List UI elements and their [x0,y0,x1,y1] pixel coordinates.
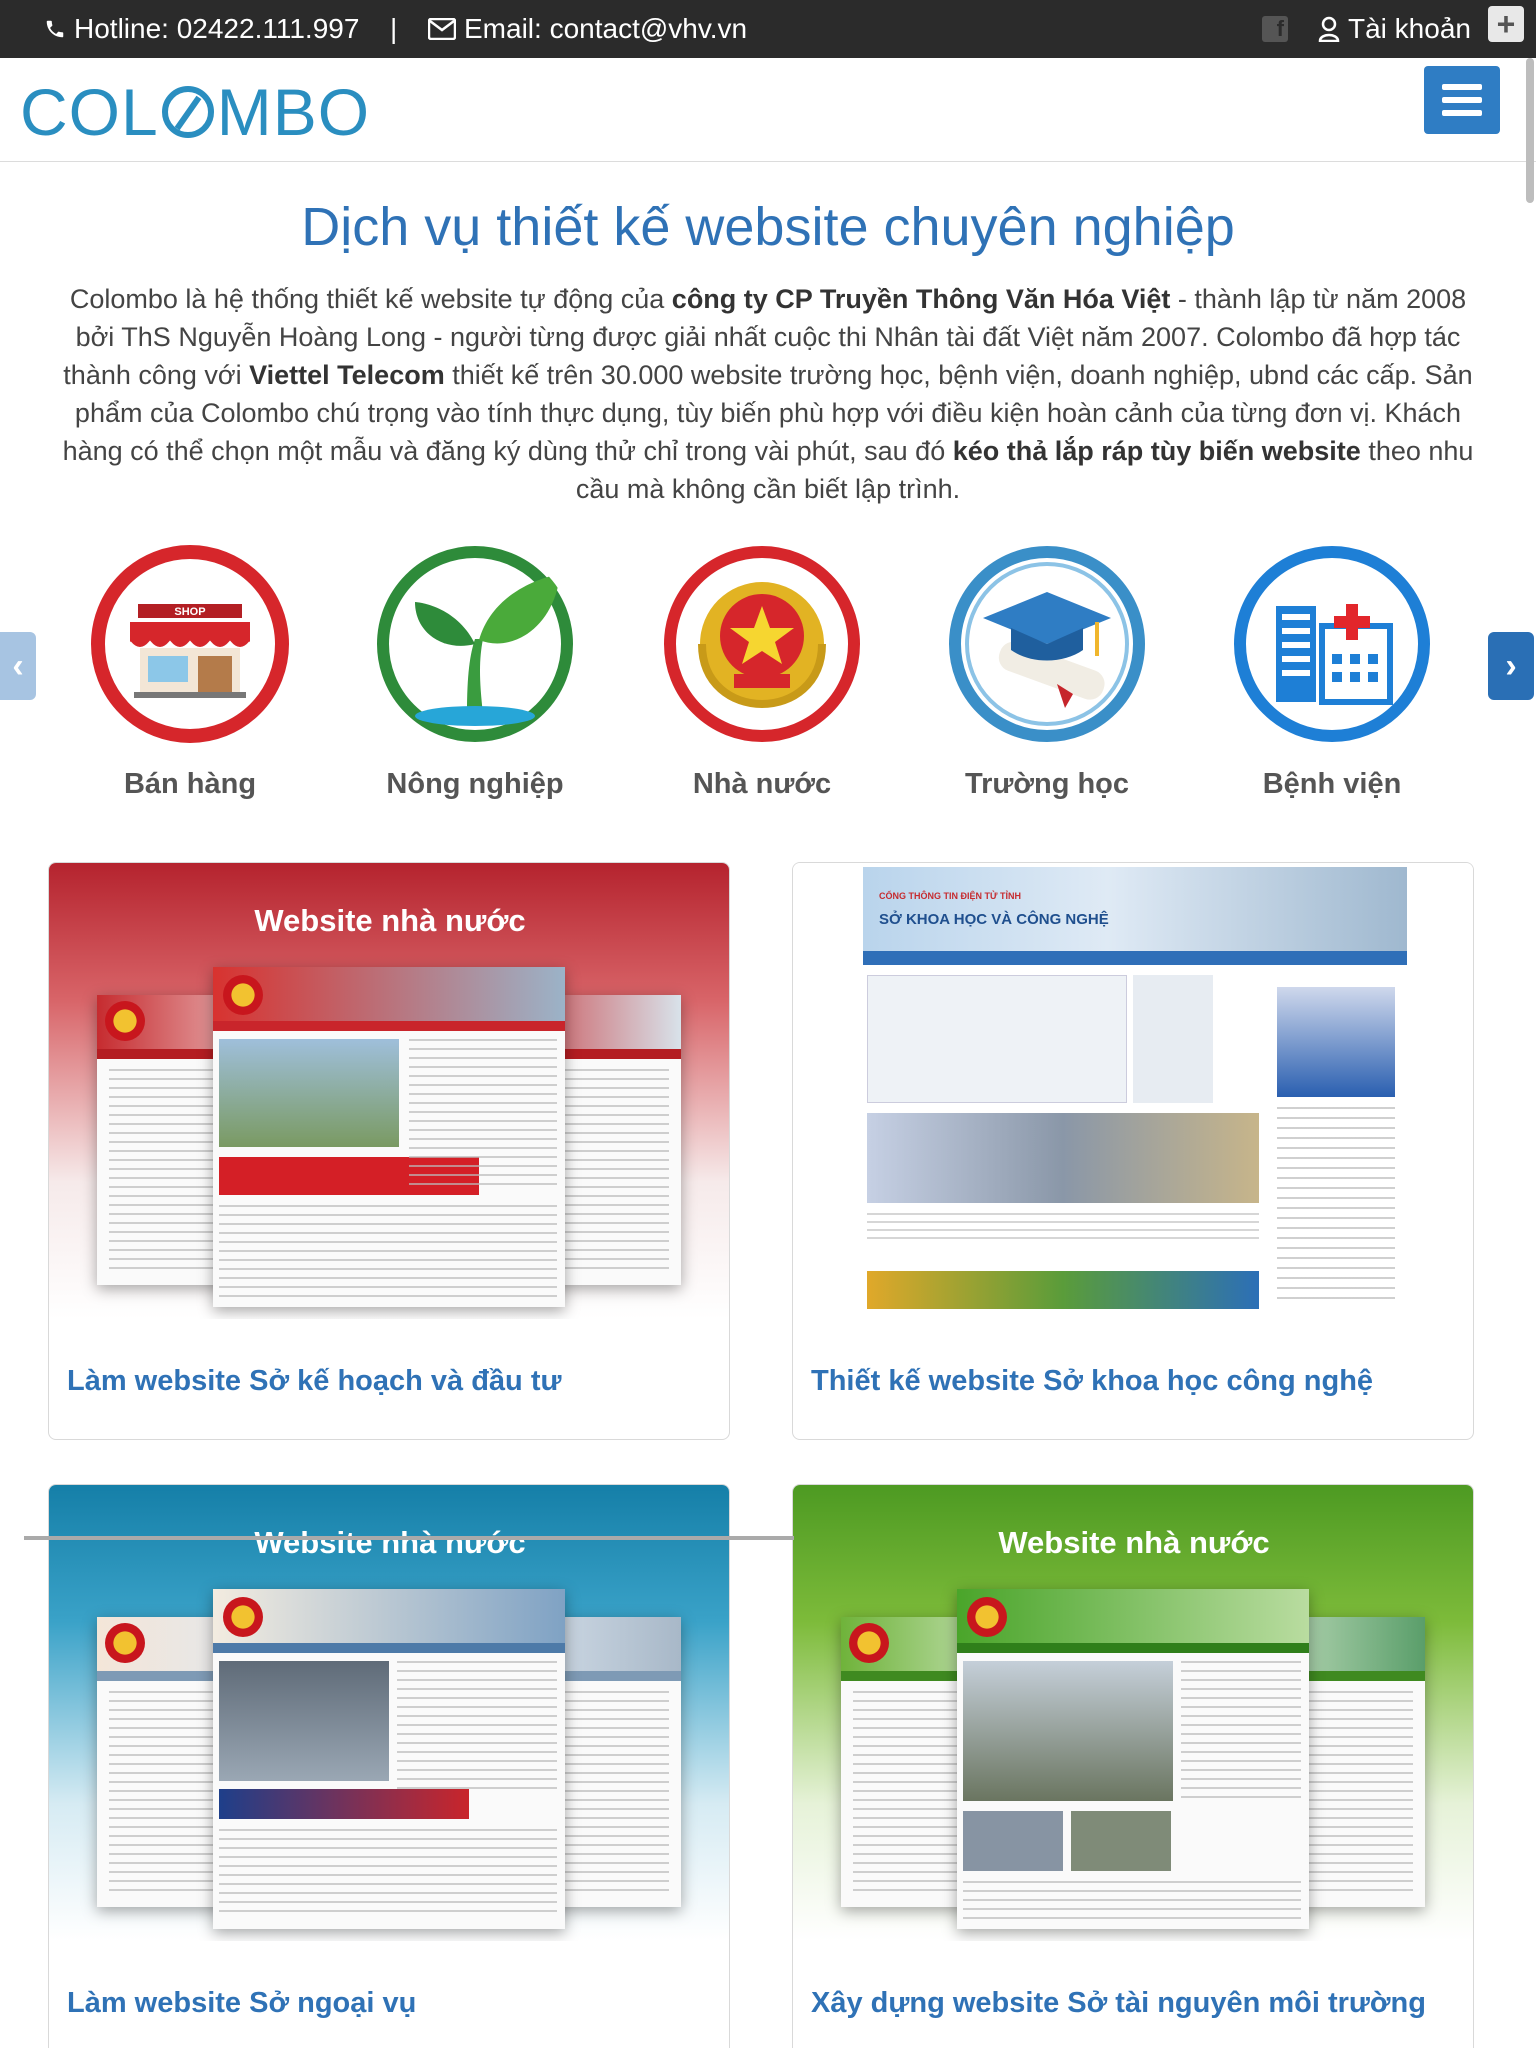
shop-icon: SHOP [90,544,290,744]
template-preview: Website nhà nước [793,1485,1473,1941]
national-emblem-icon [662,544,862,744]
menu-bar [1442,110,1482,116]
email-text: Email: contact@vhv.vn [464,13,748,44]
template-preview: Website nhà nước [49,863,729,1319]
site-header: COL MBO [0,58,1536,162]
category-benh-vien[interactable]: Bệnh viện [1232,544,1432,801]
colombo-logo[interactable]: COL MBO [20,75,371,149]
template-preview: CỔNG THÔNG TIN ĐIỆN TỬ TỈNH SỞ KHOA HỌC … [793,863,1473,1319]
template-preview: Website nhà nước [49,1485,729,1941]
banner-title: Website nhà nước [254,1525,526,1560]
page-title: Dịch vụ thiết kế website chuyên nghiệp [301,197,1235,257]
logo-text-right: MBO [216,75,371,149]
template-card[interactable]: Website nhà nước Làm website Sở kế hoạch… [48,862,730,1440]
divider-line [24,1536,794,1540]
user-icon [1318,16,1340,42]
menu-bar [1442,97,1482,103]
carousel-next-button[interactable]: › [1488,632,1534,700]
account-label: Tài khoản [1348,13,1471,44]
category-label: Nông nghiệp [386,768,564,800]
intro-paragraph: Colombo là hệ thống thiết kế website tự … [48,280,1488,508]
category-nha-nuoc[interactable]: Nhà nước [662,544,862,801]
website-screenshot: CỔNG THÔNG TIN ĐIỆN TỬ TỈNH SỞ KHOA HỌC … [863,867,1407,1309]
partner-name: Viettel Telecom [249,360,445,390]
account-link[interactable]: Tài khoản [1318,0,1471,58]
card-caption-link[interactable]: Làm website Sở ngoại vụ [67,1987,416,2020]
category-truong-hoc[interactable]: Trường học [947,544,1147,801]
banner-title: Website nhà nước [998,1525,1270,1560]
card-caption-link[interactable]: Xây dựng website Sở tài nguyên môi trườn… [811,1987,1426,2020]
category-ban-hang[interactable]: SHOP Bán hàng [90,544,290,801]
plus-button[interactable]: + [1488,6,1524,42]
svg-text:SHOP: SHOP [174,606,205,618]
category-label: Bệnh viện [1262,768,1402,800]
hamburger-menu-button[interactable] [1424,66,1500,134]
hotline-text: Hotline: 02422.111.997 [74,13,360,44]
category-nong-nghiep[interactable]: Nông nghiệp [375,544,575,801]
phone-icon [46,20,64,38]
email-contact[interactable]: Email: contact@vhv.vn [428,0,747,58]
intro-text: Colombo là hệ thống thiết kế website tự … [69,284,672,314]
banner-title: Website nhà nước [254,903,526,938]
category-label: Nhà nước [692,768,832,800]
topbar-separator: | [390,13,398,44]
website-screenshot [957,1589,1309,1929]
category-label: Bán hàng [123,768,257,800]
compass-icon [161,86,214,138]
facebook-icon[interactable]: f [1262,16,1288,42]
menu-bar [1442,84,1482,90]
dept-label: SỞ KHOA HỌC VÀ CÔNG NGHỆ [879,911,1109,928]
category-label: Trường học [964,768,1130,800]
carousel-prev-button[interactable]: ‹ [0,632,36,700]
org-label: CỔNG THÔNG TIN ĐIỆN TỬ TỈNH [879,891,1021,901]
page-scrollbar[interactable] [1526,58,1534,203]
top-bar: Hotline: 02422.111.997 | Email: contact@… [0,0,1536,58]
hospital-icon [1232,544,1432,744]
website-screenshot [213,967,565,1307]
card-caption-link[interactable]: Làm website Sở kế hoạch và đầu tư [67,1365,562,1398]
sprout-icon [375,544,575,744]
intro-highlight: kéo thả lắp ráp tùy biến website [952,436,1361,466]
logo-text-left: COL [20,75,159,149]
graduation-cap-icon [947,544,1147,744]
template-card[interactable]: CỔNG THÔNG TIN ĐIỆN TỬ TỈNH SỞ KHOA HỌC … [792,862,1474,1440]
envelope-icon [428,18,456,40]
company-name: công ty CP Truyền Thông Văn Hóa Việt [671,284,1171,314]
template-card[interactable]: Website nhà nước Làm website Sở ngoại vụ [48,1484,730,2048]
website-screenshot [213,1589,565,1929]
hotline[interactable]: Hotline: 02422.111.997 [44,0,359,58]
card-caption-link[interactable]: Thiết kế website Sở khoa học công nghệ [811,1365,1373,1398]
template-card[interactable]: Website nhà nước Xây dựng website Sở tài… [792,1484,1474,2048]
